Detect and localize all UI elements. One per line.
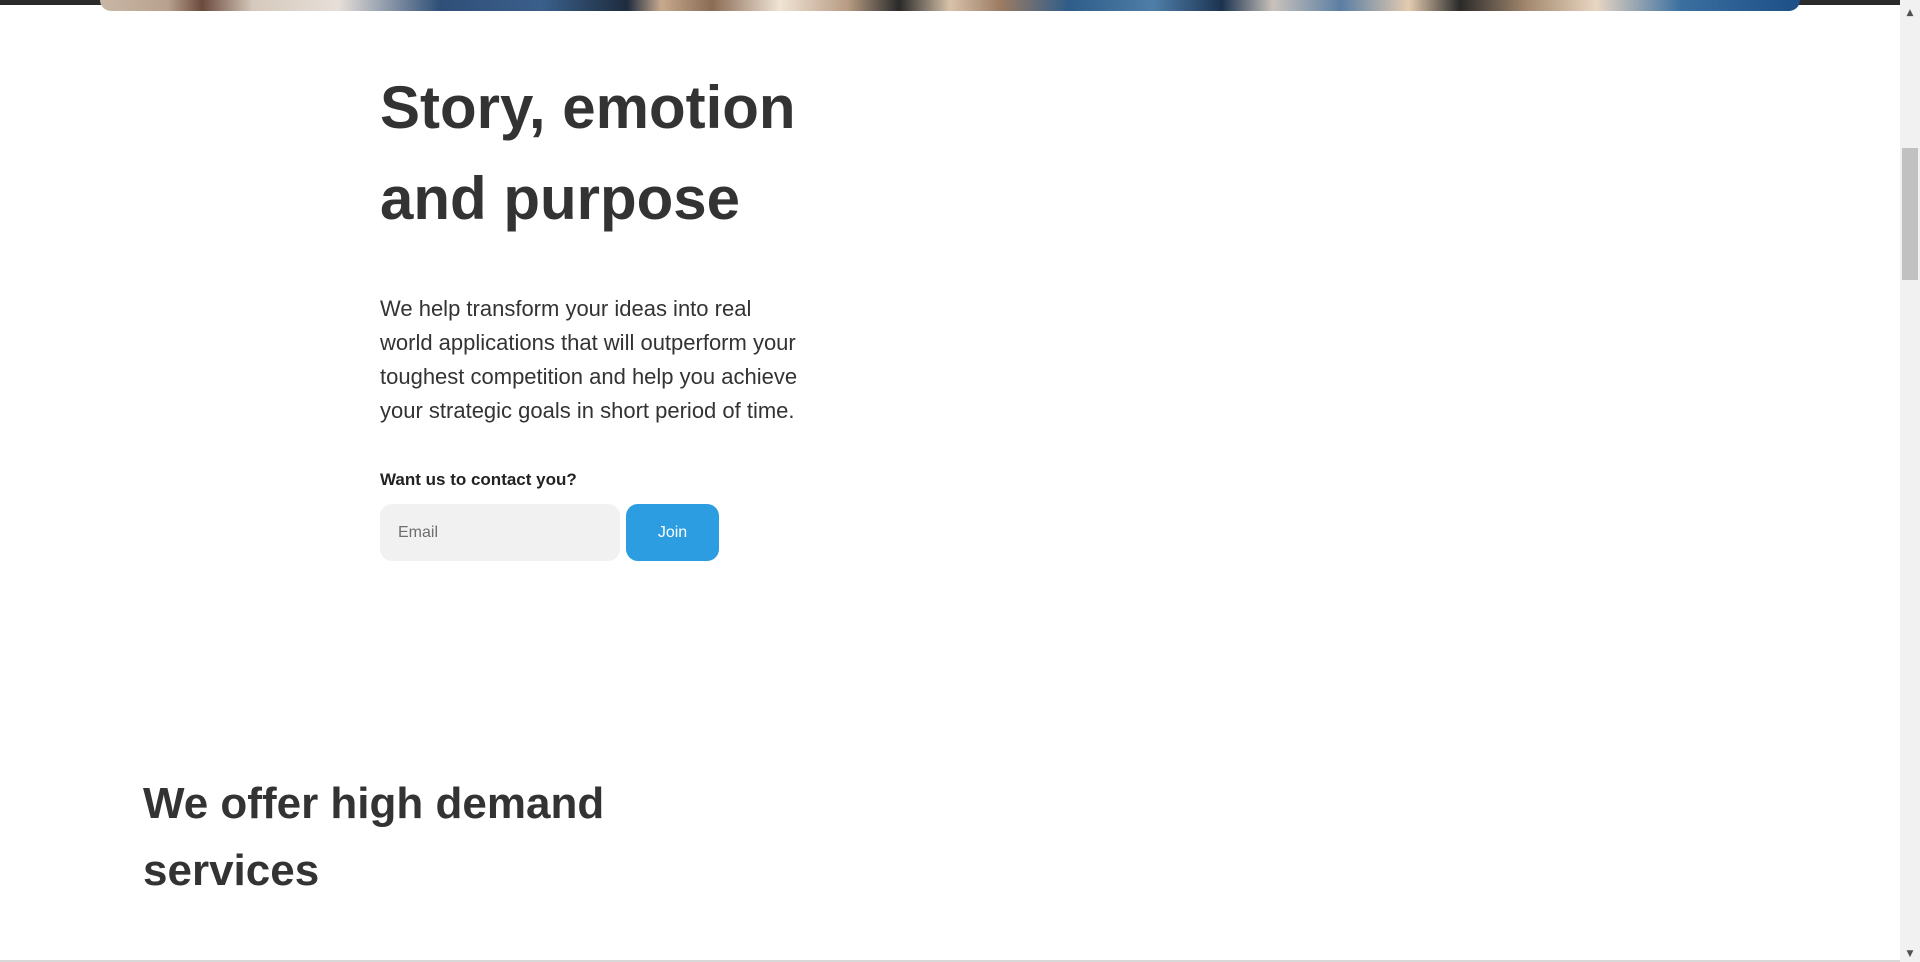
- hero-image-bottom-edge: [100, 0, 1800, 11]
- email-input[interactable]: [380, 504, 620, 561]
- scroll-up-icon[interactable]: ▲: [1900, 4, 1920, 21]
- services-title: We offer high demand services: [143, 779, 605, 895]
- services-section: We offer high demand services: [143, 770, 643, 904]
- scroll-down-icon[interactable]: ▼: [1900, 945, 1920, 962]
- vertical-scrollbar[interactable]: ▲ ▼: [1900, 0, 1920, 962]
- contact-form: Join: [380, 504, 820, 561]
- join-button[interactable]: Join: [626, 504, 719, 561]
- scrollbar-thumb[interactable]: [1902, 148, 1918, 280]
- story-title: Story, emotion and purpose: [380, 74, 796, 232]
- story-description: We help transform your ideas into real w…: [380, 296, 798, 423]
- story-section: Story, emotion and purpose We help trans…: [380, 62, 820, 561]
- contact-prompt: Want us to contact you?: [380, 470, 577, 489]
